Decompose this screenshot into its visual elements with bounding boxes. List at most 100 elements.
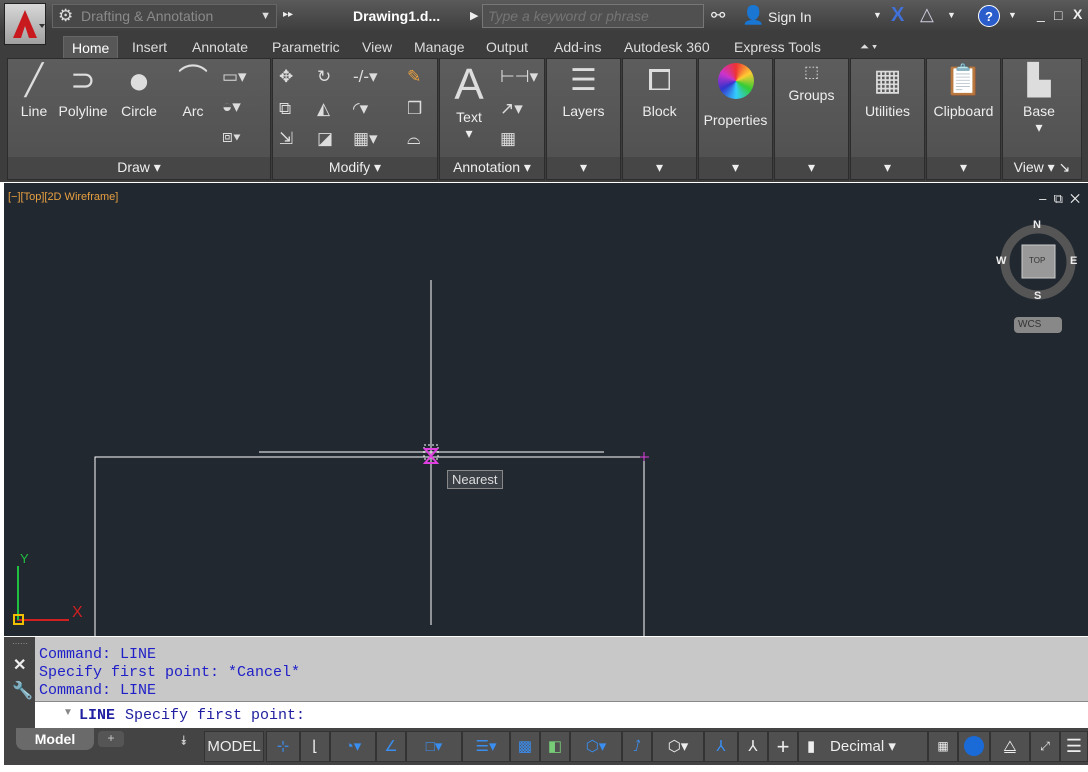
workspace-dropdown[interactable]: ⚙ Drafting & Annotation ▼ [52, 4, 277, 28]
chevron-down-icon[interactable]: ▾ [699, 157, 772, 179]
layouts-menu-icon[interactable]: ⯯ [180, 733, 188, 749]
auto-scale-icon[interactable]: ⅄ [738, 731, 768, 762]
array-icon[interactable]: ▦▾ [353, 129, 378, 149]
object-snap-icon[interactable]: □▾ [406, 731, 462, 762]
customization-menu-icon[interactable]: ☰ [1060, 731, 1088, 762]
add-layout-icon[interactable]: + [98, 731, 124, 747]
rotate-icon[interactable]: ↻ [317, 67, 331, 87]
explode-icon[interactable]: ❒ [407, 99, 422, 119]
tab-output[interactable]: Output [478, 36, 536, 58]
compass-east[interactable]: E [1070, 255, 1077, 267]
rectangle-icon[interactable]: ▭▾ [222, 67, 247, 87]
dimension-icon[interactable]: ⊢⊣▾ [500, 67, 538, 87]
chevron-down-icon[interactable]: ▾ [851, 157, 924, 179]
block-panel[interactable]: ⧠ Block ▾ [622, 58, 697, 180]
chevron-down-icon[interactable]: ▾ [547, 157, 620, 179]
recent-commands-icon[interactable]: ▼ [63, 707, 73, 718]
chevron-down-icon[interactable]: ▼ [947, 10, 956, 20]
hardware-acceleration-icon[interactable]: ⧋ [990, 731, 1030, 762]
close-icon[interactable]: X [1073, 6, 1082, 22]
stretch-icon[interactable]: ⇲ [279, 129, 293, 149]
erase-icon[interactable]: ✎ [407, 67, 421, 87]
minimize-icon[interactable]: _ [1037, 6, 1045, 22]
selection-cycling-icon[interactable]: ◧ [540, 731, 570, 762]
transparency-icon[interactable]: ▩ [510, 731, 540, 762]
properties-panel[interactable]: Properties ▾ [698, 58, 773, 180]
play-icon[interactable]: ▶ [470, 9, 478, 22]
table-icon[interactable]: ▦ [500, 129, 516, 149]
maximize-icon[interactable]: □ [1054, 7, 1062, 23]
application-menu-button[interactable] [4, 3, 46, 45]
move-icon[interactable]: ✥ [279, 67, 293, 87]
copy-icon[interactable]: ⧉ [279, 99, 291, 119]
user-icon[interactable]: 👤 [742, 5, 764, 26]
isolate-objects-icon[interactable] [958, 731, 990, 762]
tab-home[interactable]: Home [63, 36, 119, 58]
3d-osnap-icon[interactable]: ⬡▾ [570, 731, 622, 762]
command-input[interactable]: ▼ LINE Specify first point: [35, 701, 1088, 728]
isodraft-icon[interactable]: ∠ [376, 731, 406, 762]
compass-south[interactable]: S [1034, 290, 1041, 302]
help-icon[interactable]: ? [978, 5, 1000, 27]
clipboard-panel[interactable]: 📋 Clipboard ▾ [926, 58, 1001, 180]
leader-icon[interactable]: ↗▾ [500, 99, 523, 119]
gizmo-icon[interactable]: + [768, 731, 798, 762]
wcs-label[interactable]: WCS [1018, 319, 1041, 330]
tab-parametric[interactable]: Parametric [264, 36, 348, 58]
chevron-down-icon[interactable]: ▼ [1008, 10, 1017, 20]
tab-manage[interactable]: Manage [406, 36, 473, 58]
expand-icon[interactable]: ▸▸ [283, 9, 293, 20]
tab-insert[interactable]: Insert [124, 36, 175, 58]
draw-panel-title[interactable]: Draw ▾ [8, 157, 270, 179]
tab-add-ins[interactable]: Add-ins [546, 36, 609, 58]
arc-button[interactable]: ⌒ Arc [170, 63, 216, 119]
line-button[interactable]: ╱ Line [12, 63, 56, 119]
compass-west[interactable]: W [996, 255, 1006, 267]
quick-properties-icon[interactable]: ▦ [928, 731, 958, 762]
snap-mode-icon[interactable]: ⌊ [300, 731, 330, 762]
annotation-visibility-icon[interactable]: ⅄ [704, 731, 738, 762]
clean-screen-icon[interactable]: ⤢ [1030, 731, 1060, 762]
mirror-icon[interactable]: ◭ [317, 99, 330, 119]
modify-panel-title[interactable]: Modify ▾ [273, 157, 437, 179]
annotation-panel-title[interactable]: Annotation ▾ [440, 157, 544, 179]
grid-icon[interactable]: ⊹ [266, 731, 300, 762]
boundary-icon[interactable]: ⧈▾ [222, 127, 241, 147]
tab-annotate[interactable]: Annotate [184, 36, 256, 58]
chevron-down-icon[interactable]: ▾ [775, 157, 848, 179]
text-button[interactable]: A Text ▾ [444, 61, 494, 142]
lineweight-icon[interactable]: ☰▾ [462, 731, 510, 762]
groups-panel[interactable]: ⬚ Groups ▾ [774, 58, 849, 180]
close-icon[interactable]: ✕ [13, 655, 26, 675]
offset-icon[interactable]: ⌓ [407, 129, 420, 149]
dynamic-ucs-icon[interactable]: ⭜ [622, 731, 652, 762]
scale-icon[interactable]: ◪ [317, 129, 333, 149]
view-panel-title[interactable]: View ▾ ↘ [1003, 157, 1081, 179]
sign-in-button[interactable]: Sign In [768, 9, 812, 25]
viewcube-face-label[interactable]: TOP [1029, 256, 1045, 265]
polar-tracking-icon[interactable]: ◔▾ [330, 731, 376, 762]
filter-icon[interactable]: ⬡▾ [652, 731, 704, 762]
exchange-icon[interactable]: X [891, 4, 904, 27]
a360-icon[interactable]: △ [920, 4, 934, 25]
fillet-icon[interactable]: ◜▾ [353, 99, 368, 119]
binoculars-icon[interactable]: ⚯ [711, 6, 725, 26]
chevron-down-icon[interactable]: ▾ [927, 157, 1000, 179]
trim-icon[interactable]: -/-▾ [353, 67, 378, 87]
polyline-button[interactable]: ⊃ Polyline [58, 63, 108, 119]
tab-view[interactable]: View [354, 36, 400, 58]
chevron-down-icon[interactable]: ▼ [873, 10, 882, 20]
search-input[interactable] [482, 4, 704, 28]
model-space-button[interactable]: MODEL [204, 731, 264, 762]
layers-panel[interactable]: ☰ Layers ▾ [546, 58, 621, 180]
tab-autodesk-360[interactable]: Autodesk 360 [616, 36, 718, 58]
compass-north[interactable]: N [1033, 219, 1041, 231]
drawing-viewport[interactable]: [−][Top][2D Wireframe] – ⧉ ✕ N S E W TOP… [4, 183, 1088, 636]
chevron-down-icon[interactable]: ▾ [623, 157, 696, 179]
hatch-icon[interactable]: ◒▾ [222, 97, 241, 117]
units-dropdown[interactable]: ▮ Decimal ▾ [798, 731, 928, 762]
utilities-panel[interactable]: ▦ Utilities ▾ [850, 58, 925, 180]
grip-icon[interactable]: ⋯⋯ [12, 639, 28, 648]
base-button[interactable]: ▙ Base ▾ [1003, 63, 1075, 136]
wrench-icon[interactable]: 🔧 [12, 681, 33, 701]
